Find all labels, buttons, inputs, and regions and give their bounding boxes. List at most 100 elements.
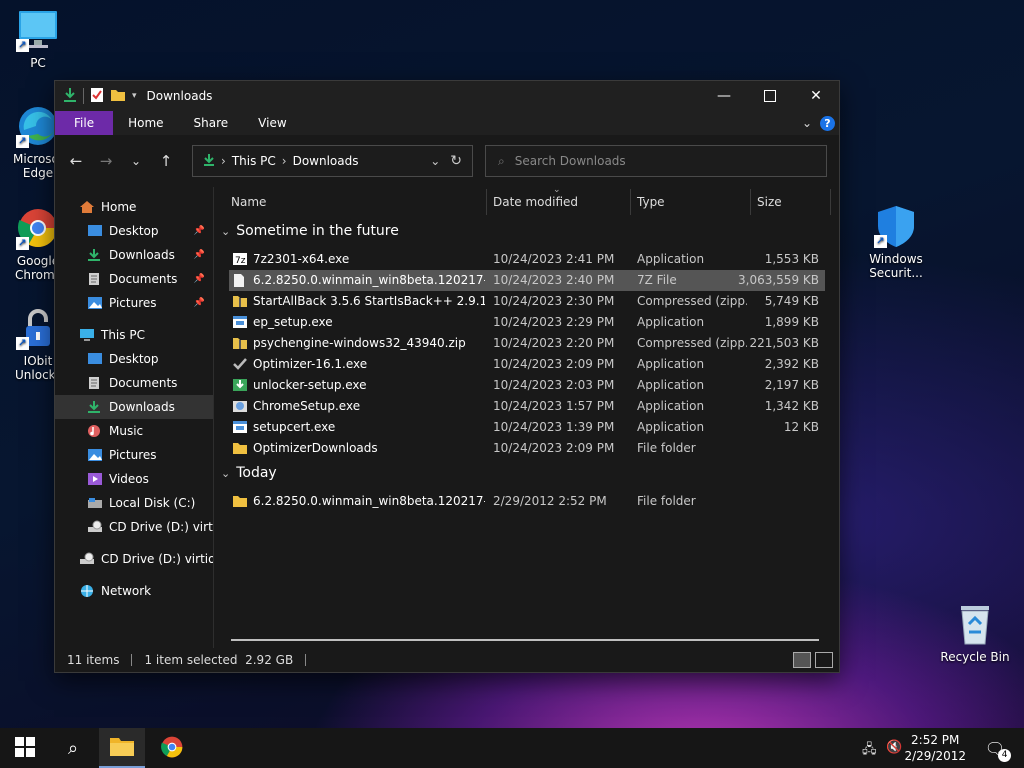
forward-button[interactable]: →: [91, 152, 121, 170]
sidebar-item-this-pc[interactable]: This PC: [55, 323, 213, 347]
tab-view[interactable]: View: [243, 111, 301, 135]
sidebar-item-label: Pictures: [109, 296, 157, 310]
7z-app-icon: 7z: [232, 252, 247, 266]
search-button[interactable]: ⌕: [50, 728, 96, 768]
breadcrumb-this-pc[interactable]: This PC: [232, 154, 276, 168]
sidebar-item-cd-drive-d-virtio-w[interactable]: CD Drive (D:) virtio-w: [55, 547, 213, 571]
sidebar-item-network[interactable]: Network: [55, 579, 213, 603]
search-input[interactable]: Search Downloads: [515, 154, 626, 168]
horizontal-scrollbar[interactable]: [231, 639, 819, 641]
chevron-down-icon: ⌄: [130, 154, 142, 168]
details-view-button[interactable]: [793, 652, 811, 668]
refresh-icon[interactable]: ↻: [450, 153, 462, 169]
sidebar-item-downloads[interactable]: Downloads: [55, 395, 213, 419]
download-icon: [63, 87, 77, 106]
file-date: 10/24/2023 1:57 PM: [493, 399, 615, 413]
column-header-type[interactable]: Type: [637, 195, 665, 209]
sidebar-item-desktop[interactable]: Desktop 📌: [55, 219, 213, 243]
address-dropdown-icon[interactable]: ⌄: [430, 154, 440, 168]
sidebar-item-pictures[interactable]: Pictures: [55, 443, 213, 467]
file-row[interactable]: OptimizerDownloads 10/24/2023 2:09 PM File…: [229, 438, 825, 459]
sidebar-item-home[interactable]: Home: [55, 195, 213, 219]
column-divider[interactable]: [750, 189, 751, 215]
file-size: 2,197 KB: [764, 378, 819, 392]
taskbar-chrome[interactable]: [149, 728, 195, 768]
sidebar-item-documents[interactable]: Documents: [55, 371, 213, 395]
sidebar-item-documents[interactable]: Documents 📌: [55, 267, 213, 291]
close-button[interactable]: ✕: [793, 81, 839, 111]
file-row[interactable]: 7z 7z2301-x64.exe 10/24/2023 2:41 PM Applic…: [229, 249, 825, 270]
large-icons-view-button[interactable]: [815, 652, 833, 668]
pin-icon: 📌: [193, 298, 205, 308]
file-row[interactable]: StartAllBack 3.5.6 StartIsBack++ 2.9.17 …: [229, 291, 825, 312]
volume-muted-icon[interactable]: 🔇: [886, 740, 902, 755]
expand-ribbon-icon[interactable]: ⌄: [802, 116, 812, 130]
file-row[interactable]: unlocker-setup.exe 10/24/2023 2:03 PM Appl…: [229, 375, 825, 396]
sidebar-item-label: Videos: [109, 472, 149, 486]
properties-icon[interactable]: [90, 87, 104, 106]
breadcrumb-downloads[interactable]: Downloads: [293, 154, 359, 168]
tab-home[interactable]: Home: [113, 111, 178, 135]
monitor-icon: ↗: [16, 8, 60, 52]
address-bar[interactable]: › This PC › Downloads ⌄ ↻: [192, 145, 473, 177]
toolbar-divider: [83, 88, 84, 104]
start-button[interactable]: [2, 728, 48, 768]
close-icon: ✕: [810, 88, 822, 104]
column-header-date-modified[interactable]: Date modified: [493, 195, 578, 209]
column-divider[interactable]: [630, 189, 631, 215]
sidebar-item-downloads[interactable]: Downloads 📌: [55, 243, 213, 267]
column-header-size[interactable]: Size: [757, 195, 782, 209]
file-size: 1,553 KB: [764, 252, 819, 266]
up-button[interactable]: ↑: [151, 152, 181, 170]
recent-locations-button[interactable]: ⌄: [121, 154, 151, 168]
new-folder-icon[interactable]: [110, 88, 126, 105]
file-row[interactable]: Optimizer-16.1.exe 10/24/2023 2:09 PM Appl…: [229, 354, 825, 375]
file-row[interactable]: setupcert.exe 10/24/2023 1:39 PM Applicati…: [229, 417, 825, 438]
back-button[interactable]: ←: [61, 152, 91, 170]
sidebar-item-cd-drive-d-virtio[interactable]: CD Drive (D:) virtio-: [55, 515, 213, 539]
desktop-icon-recycle-bin[interactable]: Recycle Bin: [939, 602, 1011, 664]
group-header[interactable]: ⌄ Sometime in the future: [221, 223, 399, 239]
search-box[interactable]: ⌕ Search Downloads: [485, 145, 827, 177]
maximize-button[interactable]: [747, 81, 793, 111]
desktop-icon-label: Recycle Bin: [940, 650, 1010, 664]
tab-file[interactable]: File: [55, 111, 114, 135]
network-status-icon[interactable]: 🖧: [862, 740, 877, 762]
file-date: 10/24/2023 2:09 PM: [493, 357, 615, 371]
sidebar-item-label: Network: [101, 584, 152, 598]
sidebar-item-music[interactable]: Music: [55, 419, 213, 443]
customize-toolbar-icon[interactable]: ▾: [132, 91, 137, 101]
download-icon: [87, 400, 103, 414]
file-row[interactable]: ChromeSetup.exe 10/24/2023 1:57 PM Applica…: [229, 396, 825, 417]
navigation-pane-divider[interactable]: [213, 187, 214, 652]
selection-info: 1 item selected 2.92 GB: [144, 653, 294, 667]
column-header-name[interactable]: Name: [231, 195, 266, 209]
sidebar-item-desktop[interactable]: Desktop: [55, 347, 213, 371]
help-icon[interactable]: ?: [820, 115, 835, 131]
group-header[interactable]: ⌄ Today: [221, 465, 277, 481]
status-bar: 11 items 1 item selected 2.92 GB: [55, 648, 839, 672]
tab-share[interactable]: Share: [179, 111, 244, 135]
installer-icon: [232, 378, 247, 392]
column-divider[interactable]: [830, 189, 831, 215]
file-row[interactable]: 6.2.8250.0.winmain_win8beta.120217-152..…: [229, 270, 825, 291]
desktop-icon-pc[interactable]: ↗ PC: [2, 8, 74, 70]
system-clock[interactable]: 2:52 PM 2/29/2012: [904, 732, 966, 764]
sidebar-item-label: This PC: [101, 328, 145, 342]
sidebar-item-label: Pictures: [109, 448, 157, 462]
group-title: Sometime in the future: [236, 223, 399, 239]
sidebar-item-pictures[interactable]: Pictures 📌: [55, 291, 213, 315]
zip-folder-icon: [232, 336, 247, 350]
desktop-icon-windows-security[interactable]: ↗ Windows Securit...: [860, 204, 932, 280]
minimize-button[interactable]: —: [701, 81, 747, 111]
sidebar-item-videos[interactable]: Videos: [55, 467, 213, 491]
taskbar-file-explorer[interactable]: [99, 728, 145, 768]
file-row[interactable]: psychengine-windows32_43940.zip 10/24/202…: [229, 333, 825, 354]
column-divider[interactable]: [486, 189, 487, 215]
title-bar[interactable]: ▾ Downloads — ✕: [55, 81, 839, 111]
file-row[interactable]: ep_setup.exe 10/24/2023 2:29 PM Applicatio…: [229, 312, 825, 333]
sidebar-item-local-disk-c[interactable]: Local Disk (C:): [55, 491, 213, 515]
notification-center-button[interactable]: 🗨 4: [972, 728, 1018, 768]
sidebar-item-label: Home: [101, 200, 137, 214]
file-row[interactable]: 6.2.8250.0.winmain_win8beta.120217-152..…: [229, 491, 825, 512]
